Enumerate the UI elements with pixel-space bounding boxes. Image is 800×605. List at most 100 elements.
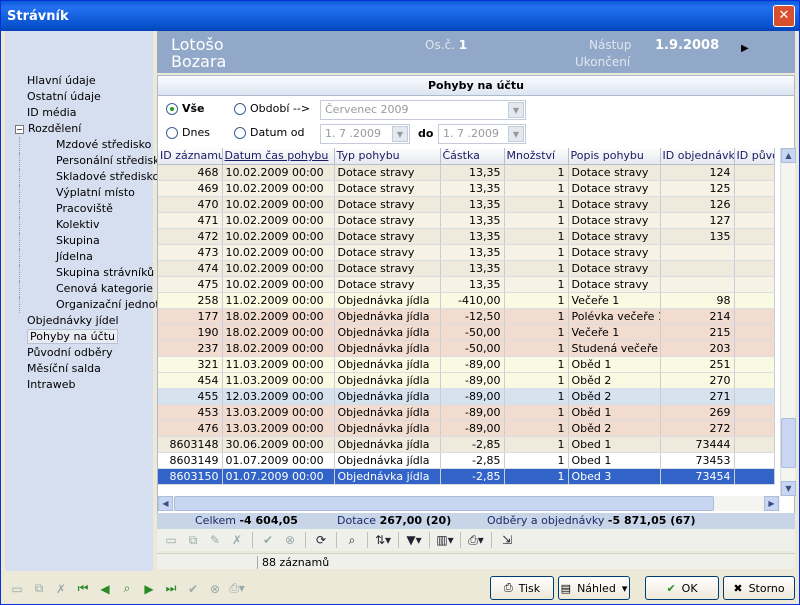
print-button[interactable]: ⎙ Tisk xyxy=(490,576,554,600)
next-record-icon[interactable]: ▶ xyxy=(139,579,159,599)
sidebar-item[interactable]: Pracoviště xyxy=(19,201,153,217)
table-cell: 125 xyxy=(660,180,735,197)
sidebar-item[interactable]: Výplatní místo xyxy=(19,185,153,201)
sidebar-item[interactable]: Cenová kategorie xyxy=(19,281,153,297)
cancel-icon[interactable]: ⊗ xyxy=(280,531,300,549)
storno-button[interactable]: ✖ Storno xyxy=(723,576,795,600)
sidebar-item[interactable]: Personální středisko xyxy=(19,153,166,169)
new-icon[interactable]: ▭ xyxy=(7,579,27,599)
sidebar-item[interactable]: Objednávky jídel xyxy=(13,313,153,329)
table-row[interactable]: 474 10.02.2009 00:00 Dotace stravy 13,35 1 Do… xyxy=(158,260,775,277)
table-row[interactable]: 190 18.02.2009 00:00 Objednávka jídla -50,0… xyxy=(158,324,775,341)
column-header[interactable]: Typ pohybu xyxy=(334,148,441,165)
delete-record-icon[interactable]: ✗ xyxy=(227,531,247,549)
copy-record-icon[interactable]: ⧉ xyxy=(183,531,203,549)
table-row[interactable]: 476 13.03.2009 00:00 Objednávka jídla -89,0… xyxy=(158,420,775,437)
sidebar-item[interactable]: Měsíční salda xyxy=(13,361,153,377)
delete-icon[interactable]: ✗ xyxy=(51,579,71,599)
date-to-input[interactable]: 1. 7 .2009 ▼ xyxy=(438,124,526,144)
table-row[interactable]: 8603150 01.07.2009 00:00 Objednávka jídla -… xyxy=(158,468,775,485)
scroll-up-icon[interactable]: ▲ xyxy=(781,148,796,163)
table-row[interactable]: 177 18.02.2009 00:00 Objednávka jídla -12,5… xyxy=(158,308,775,325)
prev-record-icon[interactable]: ◀ xyxy=(95,579,115,599)
table-row[interactable]: 472 10.02.2009 00:00 Dotace stravy 13,35 1 Do… xyxy=(158,228,775,245)
sidebar-item[interactable]: Skladové středisko xyxy=(19,169,159,185)
column-header[interactable]: Popis pohybu xyxy=(568,148,661,165)
radio-today[interactable]: Dnes xyxy=(166,126,210,139)
scroll-down-icon[interactable]: ▼ xyxy=(781,481,796,496)
sidebar-item[interactable]: Organizační jednotka xyxy=(19,297,173,313)
sidebar-item[interactable]: ID média xyxy=(13,105,153,121)
column-header[interactable]: ID objednávky xyxy=(660,148,735,165)
table-row[interactable]: 470 10.02.2009 00:00 Dotace stravy 13,35 1 Do… xyxy=(158,196,775,213)
radio-all[interactable]: Vše xyxy=(166,102,205,115)
ok-button[interactable]: ✔ OK xyxy=(645,576,719,600)
scroll-thumb[interactable] xyxy=(781,418,796,468)
sidebar-item[interactable]: Ostatní údaje xyxy=(13,89,153,105)
table-cell: 18.02.2009 00:00 xyxy=(222,340,335,357)
horizontal-scrollbar[interactable]: ◀ ▶ xyxy=(158,496,780,511)
table-row[interactable]: 8603149 01.07.2009 00:00 Objednávka jídla -… xyxy=(158,452,775,469)
find-icon[interactable]: ⌕ xyxy=(342,531,362,549)
sidebar-item[interactable]: Intraweb xyxy=(13,377,153,393)
sidebar-item[interactable]: Jídelna xyxy=(19,249,153,265)
first-record-icon[interactable]: ⏮ xyxy=(73,579,93,599)
sidebar-item[interactable]: Skupina strávníků xyxy=(19,265,154,281)
vertical-scrollbar[interactable]: ▲ ▼ xyxy=(780,148,796,496)
sidebar-item[interactable]: Kolektiv xyxy=(19,217,153,233)
table-row[interactable]: 8603148 30.06.2009 00:00 Objednávka jídla -… xyxy=(158,436,775,453)
preview-button[interactable]: ▤ Náhled ▾ xyxy=(558,576,630,600)
confirm-icon[interactable]: ✔ xyxy=(258,531,278,549)
export-icon[interactable]: ⇲ xyxy=(497,531,517,549)
sidebar-item[interactable]: Hlavní údaje xyxy=(13,73,153,89)
table-row[interactable]: 454 11.03.2009 00:00 Objednávka jídla -89,0… xyxy=(158,372,775,389)
table-row[interactable]: 475 10.02.2009 00:00 Dotace stravy 13,35 1 Do… xyxy=(158,276,775,293)
edit-record-icon[interactable]: ✎ xyxy=(205,531,225,549)
column-header[interactable]: ID záznamu xyxy=(158,148,223,165)
filter-icon[interactable]: ▼▾ xyxy=(404,531,424,549)
table-row[interactable]: 469 10.02.2009 00:00 Dotace stravy 13,35 1 Do… xyxy=(158,180,775,197)
sidebar-item[interactable]: Skupina xyxy=(19,233,153,249)
column-header[interactable]: ID původ xyxy=(734,148,775,165)
print-icon[interactable]: ⎙▾ xyxy=(466,531,486,549)
table-cell: Objednávka jídla xyxy=(334,452,441,469)
table-cell: 13.03.2009 00:00 xyxy=(222,420,335,437)
copy-icon[interactable]: ⧉ xyxy=(29,579,49,599)
table-row[interactable]: 258 11.02.2009 00:00 Objednávka jídla -410,… xyxy=(158,292,775,309)
radio-date-from[interactable]: Datum od xyxy=(234,126,304,139)
last-record-icon[interactable]: ⏭ xyxy=(161,579,181,599)
new-record-icon[interactable]: ▭ xyxy=(161,531,181,549)
table-row[interactable]: 453 13.03.2009 00:00 Objednávka jídla -89,0… xyxy=(158,404,775,421)
table-row[interactable]: 471 10.02.2009 00:00 Dotace stravy 13,35 1 Do… xyxy=(158,212,775,229)
table-row[interactable]: 468 10.02.2009 00:00 Dotace stravy 13,35 1 Do… xyxy=(158,164,775,181)
next-arrow-icon[interactable]: ▶ xyxy=(741,43,749,54)
print-menu-icon[interactable]: ⎙▾ xyxy=(227,579,247,599)
hscroll-thumb[interactable] xyxy=(174,496,714,511)
collapse-icon[interactable]: − xyxy=(15,125,24,134)
sidebar-item[interactable]: Mzdové středisko xyxy=(19,137,153,153)
discard-icon[interactable]: ⊗ xyxy=(205,579,225,599)
title-bar[interactable]: Strávník ✕ xyxy=(1,1,799,31)
radio-period[interactable]: Období --> xyxy=(234,102,310,115)
search-record-icon[interactable]: ⌕ xyxy=(117,579,137,599)
column-header[interactable]: Datum čas pohybu xyxy=(222,148,335,165)
close-button[interactable]: ✕ xyxy=(773,5,795,27)
sort-icon[interactable]: ⇅▾ xyxy=(373,531,393,549)
column-header[interactable]: Množství xyxy=(504,148,569,165)
scroll-right-icon[interactable]: ▶ xyxy=(764,496,779,511)
table-row[interactable]: 473 10.02.2009 00:00 Dotace stravy 13,35 1 Do… xyxy=(158,244,775,261)
date-from-input[interactable]: 1. 7 .2009 ▼ xyxy=(320,124,410,144)
column-header[interactable]: Částka xyxy=(440,148,505,165)
sidebar-item[interactable]: Původní odběry xyxy=(13,345,153,361)
table-row[interactable]: 237 18.02.2009 00:00 Objednávka jídla -50,0… xyxy=(158,340,775,357)
sidebar-item[interactable]: − Rozdělení xyxy=(13,121,153,137)
table-cell: 471 xyxy=(158,212,223,229)
period-select[interactable]: Červenec 2009 ▼ xyxy=(320,100,526,120)
scroll-left-icon[interactable]: ◀ xyxy=(158,496,173,511)
sidebar-item[interactable]: Pohyby na účtu xyxy=(13,329,153,345)
table-row[interactable]: 455 12.03.2009 00:00 Objednávka jídla -89,0… xyxy=(158,388,775,405)
refresh-icon[interactable]: ⟳ xyxy=(311,531,331,549)
save-icon[interactable]: ✔ xyxy=(183,579,203,599)
columns-icon[interactable]: ▥▾ xyxy=(435,531,455,549)
table-row[interactable]: 321 11.03.2009 00:00 Objednávka jídla -89,0… xyxy=(158,356,775,373)
